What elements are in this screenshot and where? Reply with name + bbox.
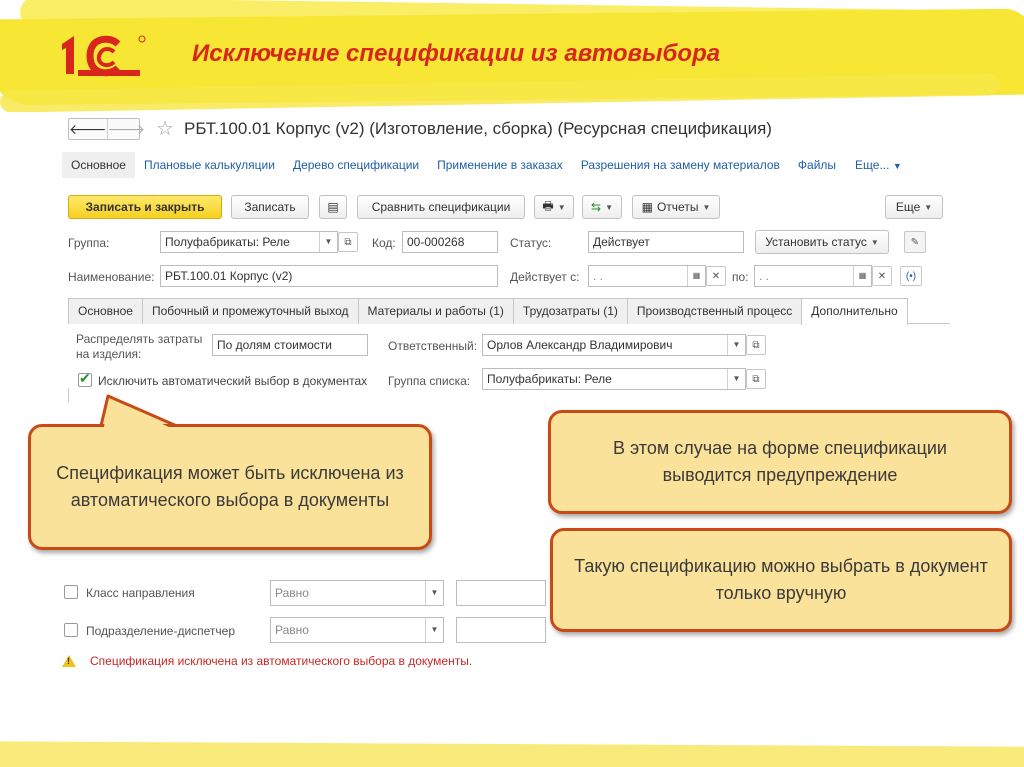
valid-to-label: по: <box>732 270 749 284</box>
filter-value-dispatcher[interactable] <box>456 617 546 643</box>
tab-additional[interactable]: Дополнительно <box>801 298 908 325</box>
save-and-close-button[interactable]: Записать и закрыть <box>68 195 222 219</box>
top-more-link[interactable]: Еще... ▼ <box>845 158 902 172</box>
warning-icon <box>62 655 76 667</box>
responsible-label: Ответственный: <box>388 339 478 353</box>
valid-from-field[interactable]: . . ▦ <box>588 265 706 287</box>
reports-button[interactable]: ▦ Отчеты ▼ <box>632 195 720 219</box>
window-title: РБТ.100.01 Корпус (v2) (Изготовление, сб… <box>184 119 772 138</box>
1c-logo <box>62 35 146 77</box>
compare-specs-button[interactable]: Сравнить спецификации <box>357 195 525 219</box>
print-icon[interactable]: 🖶 ▼ <box>534 195 574 219</box>
document-list-icon[interactable]: ▤ <box>319 195 347 219</box>
valid-from-value: . . <box>593 269 604 283</box>
calendar-icon[interactable]: ▦ <box>853 266 871 286</box>
tab-byproduct-output[interactable]: Побочный и промежуточный выход <box>141 298 359 324</box>
back-arrow-icon[interactable]: 🡐 <box>69 119 107 139</box>
list-group-value: Полуфабрикаты: Реле <box>487 372 612 386</box>
dropdown-icon[interactable]: ▼ <box>727 335 745 355</box>
green-arrows-icon: ⇆ <box>591 200 602 214</box>
list-group-field[interactable]: Полуфабрикаты: Реле ▼ <box>482 368 746 390</box>
dropdown-icon[interactable]: ▼ <box>425 618 443 642</box>
name-label: Наименование: <box>68 270 155 284</box>
calendar-icon[interactable]: ▦ <box>687 266 705 286</box>
code-label: Код: <box>372 236 396 250</box>
responsible-field[interactable]: Орлов Александр Владимирович ▼ <box>482 334 746 356</box>
filter-label-direction-class: Класс направления <box>86 586 195 600</box>
filter-condition-dispatcher[interactable]: Равно ▼ <box>270 617 444 643</box>
filter-checkbox-dispatcher[interactable] <box>64 623 78 637</box>
footer-highlight <box>0 740 1024 767</box>
set-status-label: Установить статус <box>765 235 867 249</box>
filter-condition-direction-class[interactable]: Равно ▼ <box>270 580 444 606</box>
tab-basic[interactable]: Основное <box>68 298 143 324</box>
dropdown-icon[interactable]: ▼ <box>319 232 337 252</box>
status-field[interactable]: Действует <box>588 231 744 253</box>
valid-to-value: . . <box>759 269 770 283</box>
tab-spec-tree[interactable]: Дерево спецификации <box>284 152 428 178</box>
tab-production-process[interactable]: Производственный процесс <box>626 298 803 324</box>
tab-panel-edge <box>68 388 69 402</box>
tab-material-replacement[interactable]: Разрешения на замену материалов <box>572 152 789 178</box>
status-label: Статус: <box>510 236 552 250</box>
save-button[interactable]: Записать <box>231 195 309 219</box>
callout-manual-only: Такую спецификацию можно выбрать в докум… <box>550 528 1012 632</box>
exclude-autoselect-checkbox[interactable] <box>78 370 92 387</box>
open-icon[interactable]: ⧉ <box>746 335 766 355</box>
callout-warning-shown: В этом случае на форме спецификации выво… <box>548 410 1012 514</box>
edit-icon[interactable]: ✎ <box>904 231 926 253</box>
nav-buttons: 🡐 🡒 <box>68 118 145 140</box>
more-label: Еще <box>895 200 921 214</box>
slide-title: Исключение спецификации из автовыбора <box>192 40 721 67</box>
filter-value-direction-class[interactable] <box>456 580 546 606</box>
create-based-on-icon[interactable]: ⇆ ▼ <box>582 195 622 219</box>
autoselect-warning: Спецификация исключена из автоматическог… <box>62 654 472 668</box>
valid-to-field[interactable]: . . ▦ <box>754 265 872 287</box>
top-more-label: Еще... <box>855 158 890 172</box>
tab-files[interactable]: Файлы <box>789 152 845 178</box>
tab-labor-costs[interactable]: Трудозатраты (1) <box>512 298 628 324</box>
report-icon: ▦ <box>641 200 653 214</box>
open-icon[interactable]: ⧉ <box>338 232 358 252</box>
open-icon[interactable]: ⧉ <box>746 369 766 389</box>
valid-from-label: Действует с: <box>510 270 580 284</box>
callout-exclusion: Спецификация может быть исключена из авт… <box>28 424 432 550</box>
filter-label-dispatcher: Подразделение-диспетчер <box>86 624 236 638</box>
group-label: Группа: <box>68 236 110 250</box>
code-field[interactable]: 00-000268 <box>402 231 498 253</box>
distribute-field[interactable]: По долям стоимости <box>212 334 368 356</box>
group-field[interactable]: Полуфабрикаты: Реле ▼ <box>160 231 338 253</box>
clear-icon[interactable]: ✕ <box>706 266 726 286</box>
set-status-button[interactable]: Установить статус ▼ <box>755 230 889 254</box>
warning-text: Спецификация исключена из автоматическог… <box>90 654 473 668</box>
period-icon[interactable]: (•) <box>900 266 922 286</box>
tab-planned-costing[interactable]: Плановые калькуляции <box>135 152 284 178</box>
list-group-label: Группа списка: <box>388 374 471 388</box>
filter-checkbox-direction-class[interactable] <box>64 585 78 599</box>
exclude-autoselect-label: Исключить автоматический выбор в докумен… <box>98 374 368 388</box>
forward-arrow-icon[interactable]: 🡒 <box>106 119 145 139</box>
group-value: Полуфабрикаты: Реле <box>165 235 290 249</box>
favorite-star-icon[interactable]: ☆ <box>156 116 174 141</box>
form-navigation: Основное Плановые калькуляции Дерево спе… <box>62 152 902 178</box>
printer-icon: 🖶 <box>542 198 554 213</box>
tab-materials-works[interactable]: Материалы и работы (1) <box>357 298 514 324</box>
distribute-label-1: Распределять затраты <box>76 332 203 346</box>
name-field[interactable]: РБТ.100.01 Корпус (v2) <box>160 265 498 287</box>
tab-usage-in-orders[interactable]: Применение в заказах <box>428 152 572 178</box>
responsible-value: Орлов Александр Владимирович <box>487 338 673 352</box>
reports-label: Отчеты <box>656 200 699 214</box>
chevron-down-icon: ▼ <box>892 161 902 171</box>
dropdown-icon[interactable]: ▼ <box>727 369 745 389</box>
more-button[interactable]: Еще ▼ <box>885 195 943 219</box>
dropdown-icon[interactable]: ▼ <box>425 581 443 605</box>
tab-main[interactable]: Основное <box>62 152 135 178</box>
filter-condition-value: Равно <box>275 623 309 637</box>
distribute-label-2: на изделия: <box>76 347 142 361</box>
filter-condition-value: Равно <box>275 586 309 600</box>
clear-icon[interactable]: ✕ <box>872 266 892 286</box>
spec-tabs: Основное Побочный и промежуточный выход … <box>68 298 950 325</box>
